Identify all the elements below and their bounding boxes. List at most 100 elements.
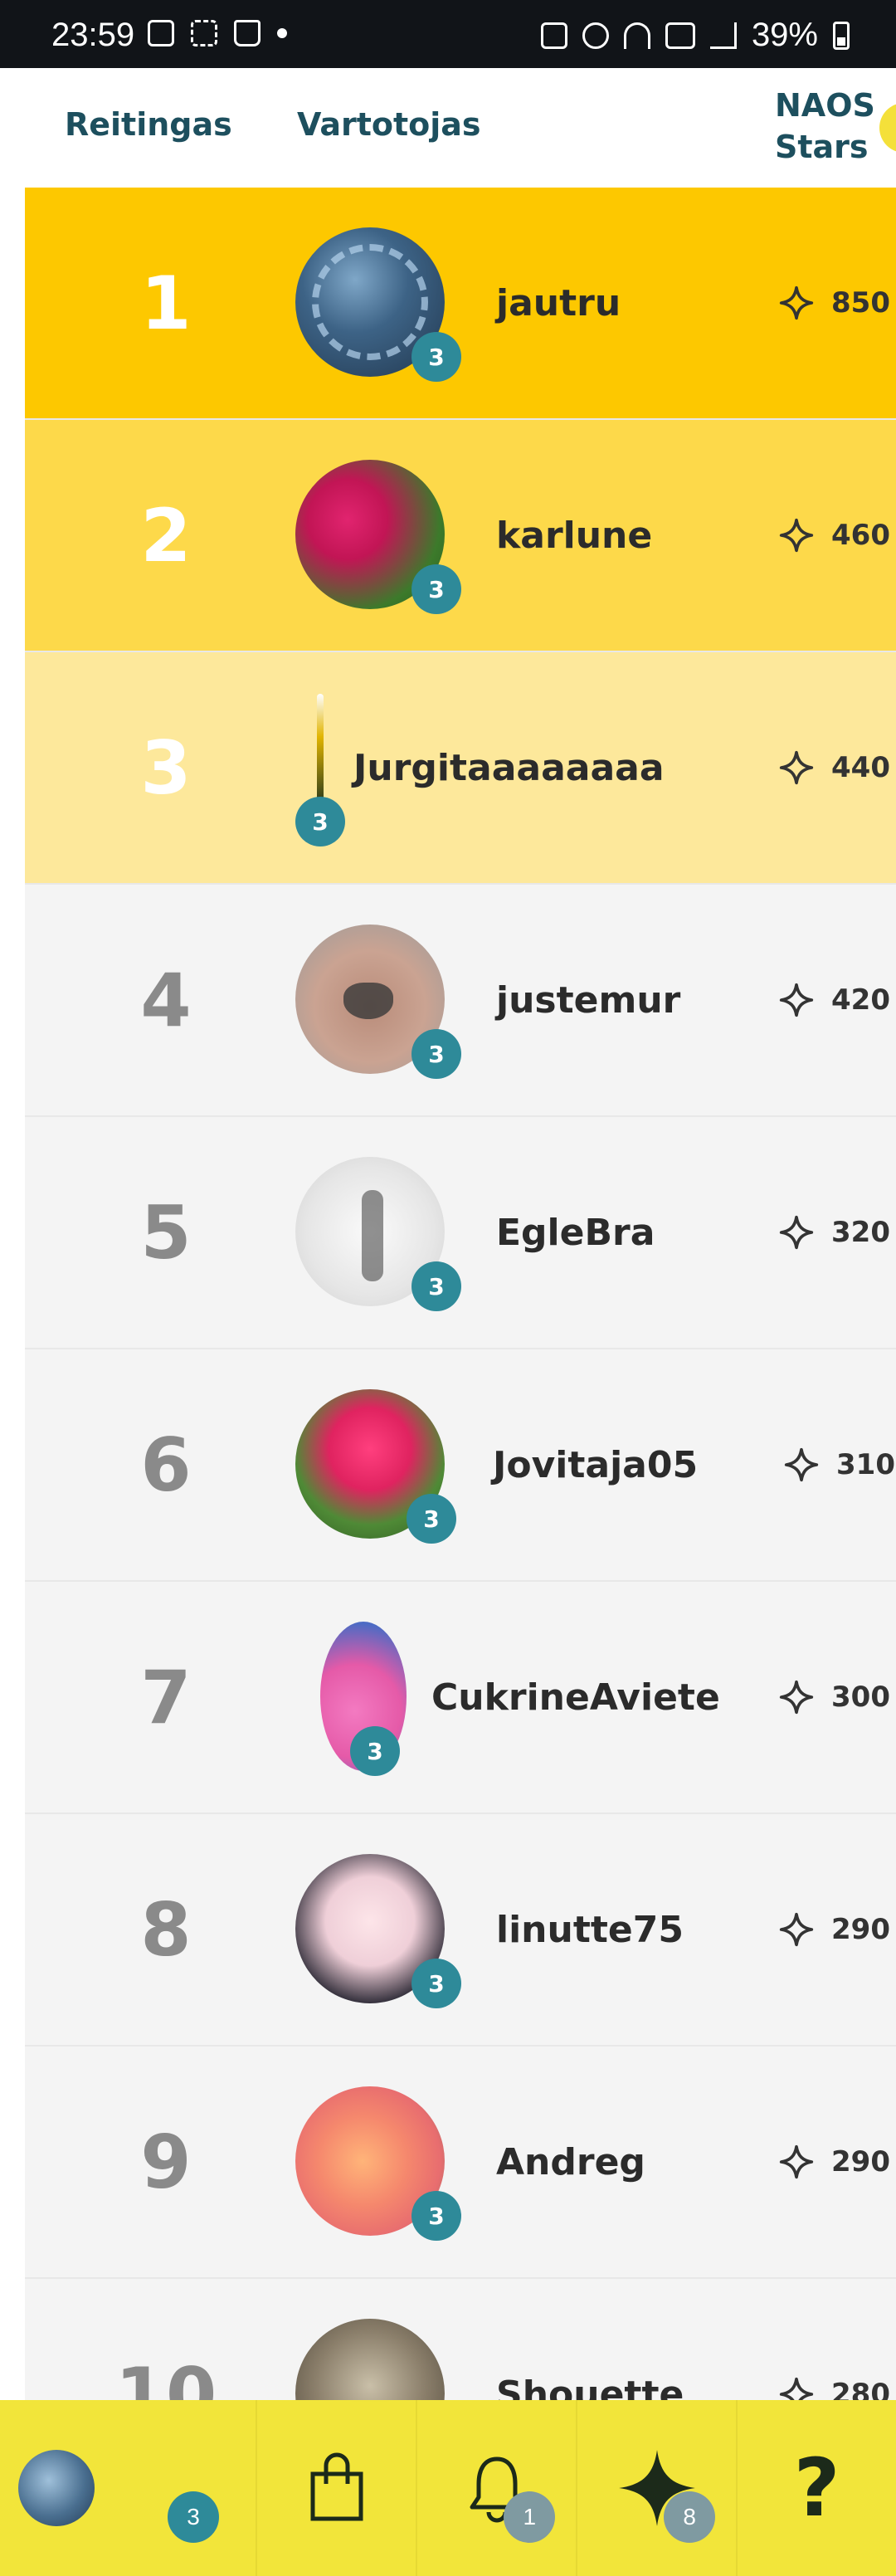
avatar[interactable]: 3 [295,1854,461,2008]
leaderboard-row[interactable]: 6 3 Jovitaja05 310 [25,1349,896,1582]
rank-number: 8 [140,1886,192,1973]
level-badge: 3 [295,797,345,846]
star-outline-icon [779,518,814,553]
rank-number: 1 [140,260,192,346]
score-value: 440 [831,751,890,784]
leaderboard-row[interactable]: 7 3 CukrineAviete 300 [25,1582,896,1814]
gallery-icon [148,20,174,46]
nav-shop[interactable] [257,2400,418,2576]
help-icon: ? [793,2442,840,2535]
score: 850 [778,188,890,418]
score: 420 [778,885,890,1115]
shopping-bag-icon [310,2452,363,2521]
star-outline-icon [779,750,814,785]
profile-avatar-icon [18,2450,95,2526]
status-time: 23:59 [51,17,135,53]
level-badge: 3 [350,1726,400,1776]
score: 320 [778,1117,890,1348]
nfc-icon [540,22,567,49]
volte-icon [665,22,695,49]
leaderboard-row[interactable]: 2 3 karlune 460 [25,420,896,652]
level-badge: 3 [411,564,461,614]
star-outline-icon [779,285,814,320]
status-bar: 23:59 39% [0,0,896,68]
rank-number: 5 [140,1189,192,1276]
username[interactable]: jautru [496,188,621,418]
tab-ratings[interactable]: Reitingas [65,106,232,143]
bottom-nav: 3 1 8 ? [0,2400,896,2576]
star-outline-icon [779,1912,814,1947]
username[interactable]: linutte75 [496,1814,684,2045]
username[interactable]: karlune [496,420,652,651]
leaderboard-list: 1 3 jautru 850 2 3 karlune 460 3 3 Jurgi… [25,188,896,2511]
avatar[interactable]: 3 [295,1157,461,1311]
rank-number: 3 [140,724,192,811]
score: 310 [783,1349,895,1580]
star-outline-icon [779,2144,814,2179]
username[interactable]: CukrineAviete [431,1582,720,1812]
score-value: 310 [836,1448,895,1481]
level-badge: 3 [411,1261,461,1311]
score: 440 [778,652,890,883]
leaderboard-row[interactable]: 9 3 Andreg 290 [25,2047,896,2279]
nav-notifications[interactable]: 1 [417,2400,578,2576]
leaderboard-row[interactable]: 4 3 justemur 420 [25,885,896,1117]
top-tabs: Reitingas Vartotojas NAOS Stars [0,68,896,188]
leaderboard-row[interactable]: 8 3 linutte75 290 [25,1814,896,2047]
score: 290 [778,1814,890,2045]
battery-icon [833,21,850,50]
leaderboard-row[interactable]: 5 3 EgleBra 320 [25,1117,896,1349]
rank-number: 2 [140,492,192,578]
tab-users[interactable]: Vartotojas [297,106,481,143]
rank-number: 9 [140,2119,192,2205]
avatar[interactable]: 3 [295,925,461,1079]
nav-profile[interactable]: 3 [0,2400,258,2576]
leaderboard-row[interactable]: 3 3 Jurgitaaaaaaaa 440 [25,652,896,885]
score-value: 290 [831,1913,890,1946]
star-outline-icon [779,983,814,1017]
username[interactable]: Jurgitaaaaaaaa [353,652,665,883]
username[interactable]: Andreg [496,2047,645,2277]
score-value: 300 [831,1681,890,1714]
avatar[interactable]: 3 [295,227,461,382]
notification-dot-icon [277,28,287,38]
score-value: 460 [831,519,890,552]
avatar[interactable]: 3 [295,2086,461,2241]
score-value: 290 [831,2145,890,2178]
level-badge: 3 [411,1959,461,2008]
nav-help[interactable]: ? [738,2400,896,2576]
avatar[interactable]: 3 [295,460,461,614]
level-badge: 3 [407,1494,456,1544]
level-badge: 3 [411,332,461,382]
profile-level-badge: 3 [168,2491,219,2543]
avatar[interactable]: 3 [295,1622,445,1776]
score: 290 [778,2047,890,2277]
star-outline-icon [784,1447,819,1482]
rank-number: 7 [140,1654,192,1740]
battery-percent: 39% [751,17,818,53]
score-value: 850 [831,286,890,320]
level-badge: 3 [411,2191,461,2241]
level-badge: 3 [411,1029,461,1079]
wifi-icon [623,22,650,49]
tab-indicator-badge [879,103,896,153]
stars-count-badge: 8 [664,2491,716,2543]
nav-stars[interactable]: 8 [577,2400,738,2576]
username[interactable]: Jovitaja05 [493,1349,698,1580]
avatar[interactable]: 3 [295,1389,456,1544]
username[interactable]: EgleBra [496,1117,655,1348]
star-outline-icon [779,1680,814,1715]
rank-number: 4 [140,957,192,1043]
signal-icon [709,22,737,49]
leaderboard-row[interactable]: 1 3 jautru 850 [25,188,896,420]
score-value: 320 [831,1216,890,1249]
narrow-image-avatar-image [317,694,324,802]
shopping-bag-icon [234,20,261,46]
tab-naos-stars[interactable]: NAOS Stars [775,85,875,168]
username[interactable]: justemur [496,885,680,1115]
score: 300 [778,1582,890,1812]
score-value: 420 [831,983,890,1017]
rank-number: 6 [140,1422,192,1508]
weather-icon [191,20,217,46]
star-outline-icon [779,1215,814,1250]
